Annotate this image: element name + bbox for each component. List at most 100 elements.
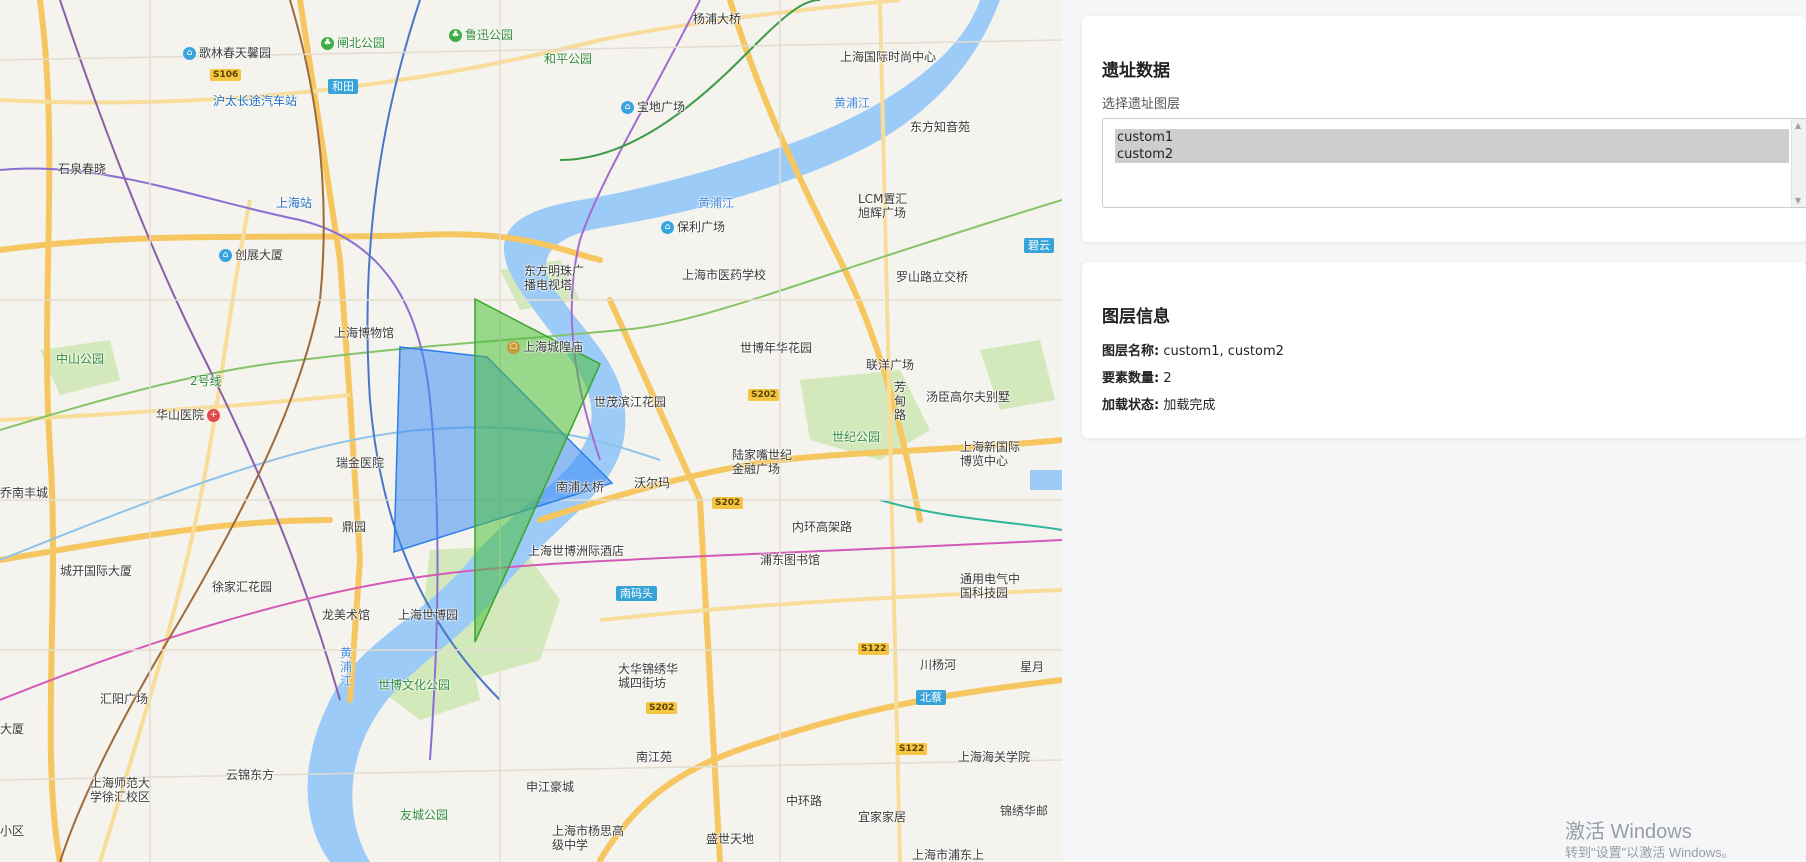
feature-count-row: 要素数量: 2 (1102, 367, 1172, 386)
map-label: 世纪公园 (832, 430, 881, 444)
map-label: 上海新国际博览中心 (960, 440, 1021, 468)
map-label: ♣ 鲁迅公园 (446, 28, 513, 42)
map-label: 大厦 (0, 722, 25, 736)
map-label: 宜家家居 (858, 810, 907, 824)
map-label: 申江豪城 (526, 780, 575, 794)
map-label: 南浦大桥 (556, 480, 605, 494)
load-status-label: 加载状态: (1102, 398, 1160, 413)
map-label: 石泉春晓 (58, 162, 107, 176)
map-label: 上海市医药学校 (682, 268, 767, 282)
map-label: 东方知音苑 (910, 120, 971, 134)
road-badge: S202 (748, 389, 780, 401)
scroll-down-icon[interactable]: ▼ (1795, 196, 1801, 205)
map-label: 黄浦江 (698, 196, 735, 210)
layer-name-row: 图层名称: custom1, custom2 (1102, 340, 1284, 359)
side-panel: 遗址数据 选择遗址图层 custom1 custom2 ▲ ▼ 图层信息 图层名… (1062, 0, 1806, 862)
map-label: 上海世博园 (398, 608, 459, 622)
map-label: ⌂ 保利广场 (658, 220, 725, 234)
map-label: 鼎园 (342, 520, 367, 534)
map-label: 上海博物馆 (334, 326, 395, 340)
map-label: 上海国际时尚中心 (840, 50, 937, 64)
map-label: 黄浦江 (340, 646, 353, 688)
windows-watermark-subtitle: 转到"设置"以激活 Windows。 (1565, 845, 1735, 860)
map-label: ⌂ 宝地广场 (618, 100, 685, 114)
map-label: 沃尔玛 (634, 476, 671, 490)
layer-option-custom2[interactable]: custom2 (1115, 146, 1789, 163)
select-layer-label: 选择遗址图层 (1102, 97, 1181, 112)
map-label: ⌂ 创展大厦 (216, 248, 283, 262)
windows-watermark-title: 激活 Windows (1565, 821, 1692, 843)
map-label: 芳甸路 (894, 380, 907, 422)
map-label: 上海站 (276, 196, 313, 210)
road-badge: S122 (896, 743, 928, 755)
map-label: ♣ 闸北公园 (318, 36, 385, 50)
load-status-value: 加载完成 (1163, 398, 1216, 413)
station-badge: 和田 (328, 79, 358, 94)
layer-name-label: 图层名称: (1102, 344, 1160, 359)
station-badge: 北蔡 (916, 690, 946, 705)
map-label: 上海市浦东上 (912, 848, 985, 862)
map-label: 徐家汇花园 (212, 580, 273, 594)
map-label: 罗山路立交桥 (896, 270, 969, 284)
map-label: 上海海关学院 (958, 750, 1031, 764)
map-label: 世博年华花园 (740, 341, 813, 355)
road-badge: S106 (210, 69, 242, 81)
map-label: 川杨河 (920, 658, 957, 672)
map-view[interactable]: 杨浦大桥 ⌂ 歌林春天馨园 ♣ 闸北公园 ♣ 鲁迅公园 和平公园 上海国际时尚中心 S… (0, 0, 1062, 862)
map-label: 和平公园 (544, 52, 593, 66)
map-label: 小区 (0, 824, 25, 838)
map-label: 上海世博洲际酒店 (528, 544, 625, 558)
layer-option-custom1[interactable]: custom1 (1115, 129, 1789, 146)
map-label: 城开国际大厦 (60, 564, 133, 578)
map-label: 乔南丰城 (0, 486, 49, 500)
map-label: 世茂滨江花园 (594, 395, 667, 409)
listbox-scrollbar[interactable]: ▲ ▼ (1791, 119, 1806, 207)
layer-select-list[interactable]: custom1 custom2 ▲ ▼ (1102, 118, 1806, 208)
site-data-title: 遗址数据 (1102, 61, 1170, 81)
load-status-row: 加载状态: 加载完成 (1102, 394, 1215, 413)
map-label: 通用电气中国科技园 (960, 572, 1021, 600)
map-label: 瑞金医院 (336, 456, 385, 470)
map-label: 2号线 (190, 374, 222, 388)
map-label: 内环高架路 (792, 520, 853, 534)
map-label: 华山医院 + (156, 408, 223, 422)
map-label: 世博文化公园 (378, 678, 451, 692)
layer-name-value: custom1, custom2 (1163, 344, 1284, 359)
map-base (0, 0, 1062, 862)
map-label: 上海师范大学徐汇校区 (90, 776, 151, 804)
road-badge: S202 (712, 497, 744, 509)
map-label: 友城公园 (400, 808, 449, 822)
road-badge: S122 (858, 643, 890, 655)
map-label: 陆家嘴世纪金融广场 (732, 448, 793, 476)
station-badge: 碧云 (1024, 238, 1054, 253)
map-label: 沪太长途汽车站 (213, 94, 298, 108)
map-label: 中山公园 (56, 352, 105, 366)
map-label: 东方明珠广播电视塔 (524, 264, 585, 292)
map-label: 浦东图书馆 (760, 553, 821, 567)
map-label: ⌂ 歌林春天馨园 (180, 46, 271, 60)
feature-count-label: 要素数量: (1102, 371, 1160, 386)
map-label: 盛世天地 (706, 832, 755, 846)
map-label: 南江苑 (636, 750, 673, 764)
map-label: 黄浦江 (834, 96, 871, 110)
station-badge: 南码头 (616, 586, 657, 601)
layer-info-title: 图层信息 (1102, 307, 1170, 327)
map-label: 汤臣高尔夫别墅 (926, 390, 1011, 404)
map-label: 中环路 (786, 794, 823, 808)
map-label: 汇阳广场 (100, 692, 149, 706)
road-badge: S202 (646, 702, 678, 714)
map-label: 上海市杨思高级中学 (552, 824, 625, 852)
map-label: 锦绣华邮 (1000, 804, 1049, 818)
map-label: 杨浦大桥 (693, 12, 742, 26)
map-label: 联洋广场 (866, 358, 915, 372)
map-label: LCM置汇旭辉广场 (858, 192, 908, 220)
site-data-card: 遗址数据 选择遗址图层 custom1 custom2 ▲ ▼ (1082, 16, 1806, 242)
map-label: 大华锦绣华城四街坊 (618, 662, 679, 690)
feature-count-value: 2 (1163, 371, 1172, 386)
map-label: 云锦东方 (226, 768, 275, 782)
map-label: 星月 (1020, 660, 1045, 674)
map-label: 龙美术馆 (322, 608, 371, 622)
layer-info-card: 图层信息 图层名称: custom1, custom2 要素数量: 2 加载状态… (1082, 262, 1806, 438)
scroll-up-icon[interactable]: ▲ (1795, 121, 1801, 130)
map-label: ☖ 上海城隍庙 (504, 340, 583, 354)
